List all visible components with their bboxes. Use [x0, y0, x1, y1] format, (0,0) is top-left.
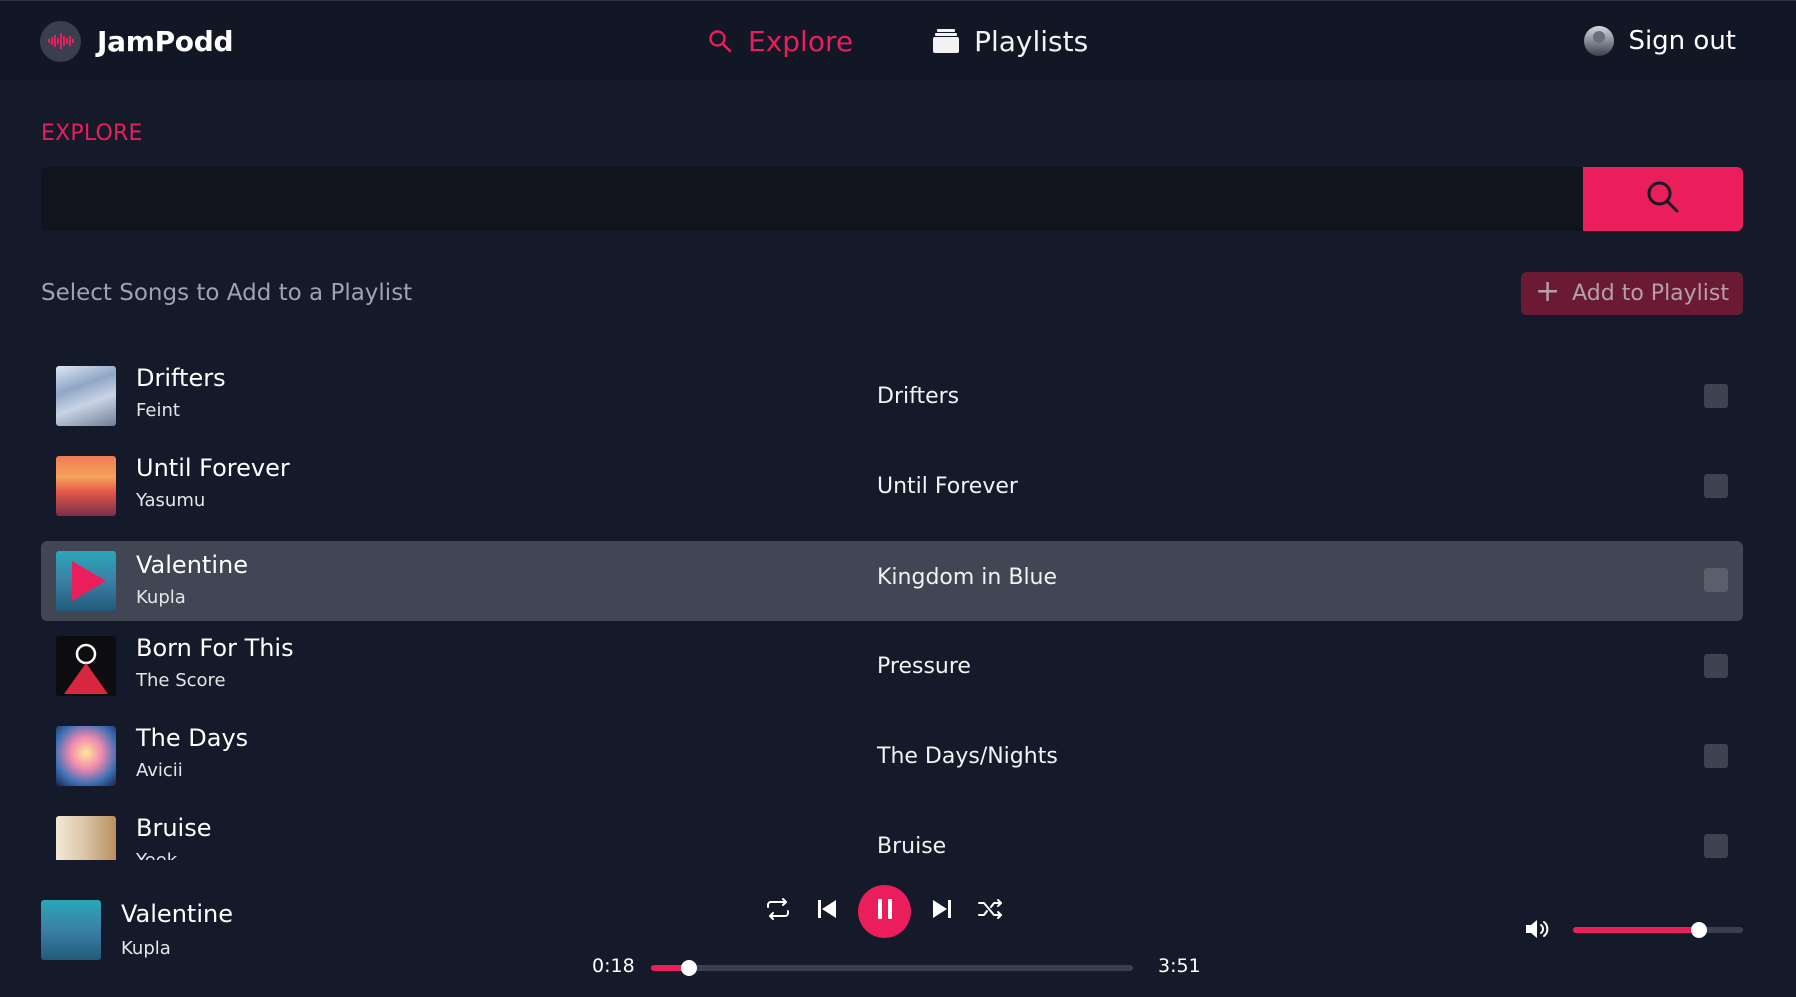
song-select-checkbox[interactable] [1704, 568, 1728, 592]
song-album: Drifters [877, 384, 960, 409]
skip-next-icon [931, 898, 953, 924]
app-root: JamPodd Explore Playlists Sign out EXPLO… [0, 0, 1796, 997]
sign-out-label: Sign out [1628, 26, 1736, 56]
song-select-checkbox[interactable] [1704, 744, 1728, 768]
song-row[interactable]: Bruise Yeek Bruise [41, 806, 1743, 860]
song-artist: Kupla [136, 587, 186, 608]
nav-playlists[interactable]: Playlists [932, 25, 1088, 58]
song-album: Bruise [877, 834, 947, 859]
song-row[interactable]: Born For This The Score Pressure [41, 626, 1743, 716]
song-title: The Days [136, 724, 249, 752]
song-album: Until Forever [877, 474, 1018, 499]
top-navbar: JamPodd Explore Playlists Sign out [0, 0, 1796, 80]
song-select-checkbox[interactable] [1704, 834, 1728, 858]
song-title: Valentine [136, 551, 248, 579]
section-title: EXPLORE [41, 121, 143, 146]
song-select-checkbox[interactable] [1704, 474, 1728, 498]
nav-explore[interactable]: Explore [706, 25, 853, 58]
nav-explore-label: Explore [748, 24, 854, 58]
shuffle-icon [978, 898, 1004, 924]
progress-bar[interactable] [651, 960, 1133, 976]
song-title: Drifters [136, 364, 226, 392]
song-album: Kingdom in Blue [877, 565, 1058, 590]
search-icon [1646, 180, 1680, 218]
select-songs-heading: Select Songs to Add to a Playlist [41, 280, 413, 306]
song-row-active[interactable]: Valentine Kupla Kingdom in Blue [41, 541, 1743, 621]
now-playing-artist: Kupla [121, 938, 171, 959]
main-nav: Explore Playlists [706, 21, 1088, 61]
add-to-playlist-button[interactable]: + Add to Playlist [1521, 272, 1743, 315]
volume-handle[interactable] [1690, 922, 1707, 938]
pause-button[interactable] [858, 884, 911, 938]
album-cover [56, 636, 116, 696]
search-bar [41, 167, 1743, 231]
nav-playlists-label: Playlists [974, 24, 1089, 58]
plus-icon: + [1535, 274, 1561, 309]
player-bar: Valentine Kupla 0:18 3:51 [0, 860, 1796, 997]
song-title: Bruise [136, 814, 212, 842]
repeat-icon [765, 898, 791, 924]
volume-fill [1573, 927, 1699, 933]
song-artist: Yasumu [136, 490, 206, 511]
album-cover [56, 366, 116, 426]
song-album: The Days/Nights [877, 744, 1058, 769]
search-icon [706, 27, 734, 55]
song-row[interactable]: Until Forever Yasumu Until Forever [41, 446, 1743, 536]
album-cover [56, 456, 116, 516]
song-title: Until Forever [136, 454, 290, 482]
total-time: 3:51 [1158, 955, 1201, 977]
shuffle-button[interactable] [973, 893, 1009, 929]
now-playing-title: Valentine [121, 900, 233, 928]
song-select-checkbox[interactable] [1704, 384, 1728, 408]
repeat-button[interactable] [760, 893, 796, 929]
song-title: Born For This [136, 634, 294, 662]
avatar [1584, 26, 1615, 56]
next-button[interactable] [924, 893, 960, 929]
search-input[interactable] [41, 167, 1583, 231]
stack-icon [932, 27, 960, 55]
album-cover [56, 726, 116, 786]
add-to-playlist-label: Add to Playlist [1572, 281, 1729, 306]
audio-wave-icon [40, 20, 81, 62]
song-row[interactable]: Drifters Feint Drifters [41, 356, 1743, 446]
current-time: 0:18 [592, 955, 635, 977]
now-playing-cover [41, 900, 101, 960]
skip-previous-icon [816, 898, 838, 924]
song-row[interactable]: The Days Avicii The Days/Nights [41, 716, 1743, 806]
play-icon[interactable] [58, 553, 114, 613]
song-list: Drifters Feint Drifters Until Forever Ya… [41, 356, 1743, 860]
brand[interactable]: JamPodd [40, 20, 234, 62]
volume-icon[interactable] [1523, 915, 1551, 943]
song-artist: Yeek [136, 850, 177, 860]
song-artist: Avicii [136, 760, 183, 781]
brand-name: JamPodd [97, 24, 234, 58]
song-artist: The Score [136, 670, 226, 691]
song-album: Pressure [877, 654, 971, 679]
album-cover [56, 816, 116, 860]
song-artist: Feint [136, 400, 180, 421]
progress-handle[interactable] [680, 960, 697, 976]
song-select-checkbox[interactable] [1704, 654, 1728, 678]
volume-slider[interactable] [1573, 922, 1743, 938]
playback-controls [760, 883, 1009, 939]
sign-out-button[interactable]: Sign out [1584, 21, 1736, 61]
search-button[interactable] [1583, 167, 1743, 231]
previous-button[interactable] [809, 893, 845, 929]
pause-icon [875, 897, 895, 925]
